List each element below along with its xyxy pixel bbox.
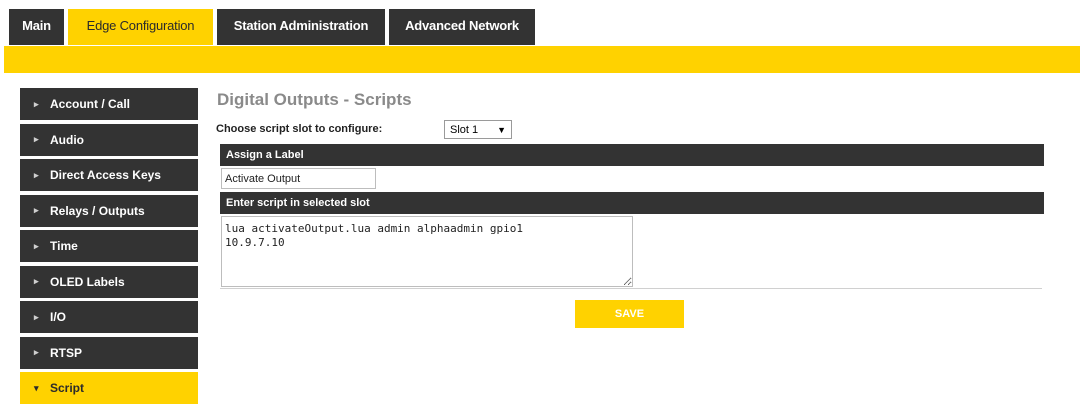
sidebar-item-label: Script xyxy=(50,381,85,395)
sidebar-item-label: Relays / Outputs xyxy=(50,203,145,218)
sidebar-item-label: Account / Call xyxy=(50,97,131,111)
sidebar-item-label: Direct Access Keys xyxy=(50,168,161,182)
script-section-header: Enter script in selected slot xyxy=(220,192,1044,214)
chevron-right-icon: ▸ xyxy=(34,134,39,144)
slot-select-value: Slot 1 xyxy=(450,123,479,136)
sidebar-item-label: Audio xyxy=(50,132,84,147)
sidebar-item-direct-access-keys[interactable]: ▸ Direct Access Keys xyxy=(20,159,198,191)
slot-select[interactable]: Slot 1 ▼ xyxy=(444,120,512,139)
sidebar-item-label: Time xyxy=(50,239,78,253)
slot-select-label: Choose script slot to configure: xyxy=(216,123,383,135)
label-input[interactable] xyxy=(221,168,376,189)
sidebar-item-relays-outputs[interactable]: ▸ Relays / Outputs xyxy=(20,194,198,227)
sidebar-item-time[interactable]: ▸ Time xyxy=(20,230,198,262)
sidebar-item-label: RTSP xyxy=(50,345,83,360)
script-textarea[interactable]: lua activateOutput.lua admin alphaadmin … xyxy=(221,216,633,287)
sidebar-item-rtsp[interactable]: ▸ RTSP xyxy=(20,336,198,369)
divider xyxy=(220,288,1042,289)
sidebar-item-audio[interactable]: ▸ Audio xyxy=(20,123,198,156)
tab-edge-configuration[interactable]: Edge Configuration xyxy=(68,9,213,45)
tab-main[interactable]: Main xyxy=(9,9,64,45)
top-tab-bar: Main Edge Configuration Station Administ… xyxy=(9,9,539,45)
chevron-right-icon: ▸ xyxy=(34,311,39,322)
sidebar-item-label: OLED Labels xyxy=(50,274,125,289)
sidebar-item-io[interactable]: ▸ I/O xyxy=(20,301,198,333)
sidebar: ▸ Account / Call ▸ Audio ▸ Direct Access… xyxy=(20,88,198,408)
chevron-down-icon: ▾ xyxy=(34,382,39,393)
page-title: Digital Outputs - Scripts xyxy=(217,90,412,109)
sidebar-item-label: I/O xyxy=(50,310,67,324)
sidebar-item-oled-labels[interactable]: ▸ OLED Labels xyxy=(20,265,198,298)
chevron-right-icon: ▸ xyxy=(34,276,39,286)
save-button[interactable]: SAVE xyxy=(575,300,684,328)
label-section-header: Assign a Label xyxy=(220,144,1044,166)
sidebar-item-script[interactable]: ▾ Script xyxy=(20,372,198,404)
tab-station-administration[interactable]: Station Administration xyxy=(217,9,385,45)
chevron-right-icon: ▸ xyxy=(34,205,39,215)
accent-band xyxy=(4,46,1080,73)
dropdown-caret-icon: ▼ xyxy=(497,124,506,135)
chevron-right-icon: ▸ xyxy=(34,347,39,357)
chevron-right-icon: ▸ xyxy=(34,169,39,180)
sidebar-item-account-call[interactable]: ▸ Account / Call xyxy=(20,88,198,120)
tab-advanced-network[interactable]: Advanced Network xyxy=(389,9,535,45)
chevron-right-icon: ▸ xyxy=(34,240,39,251)
chevron-right-icon: ▸ xyxy=(34,98,39,109)
